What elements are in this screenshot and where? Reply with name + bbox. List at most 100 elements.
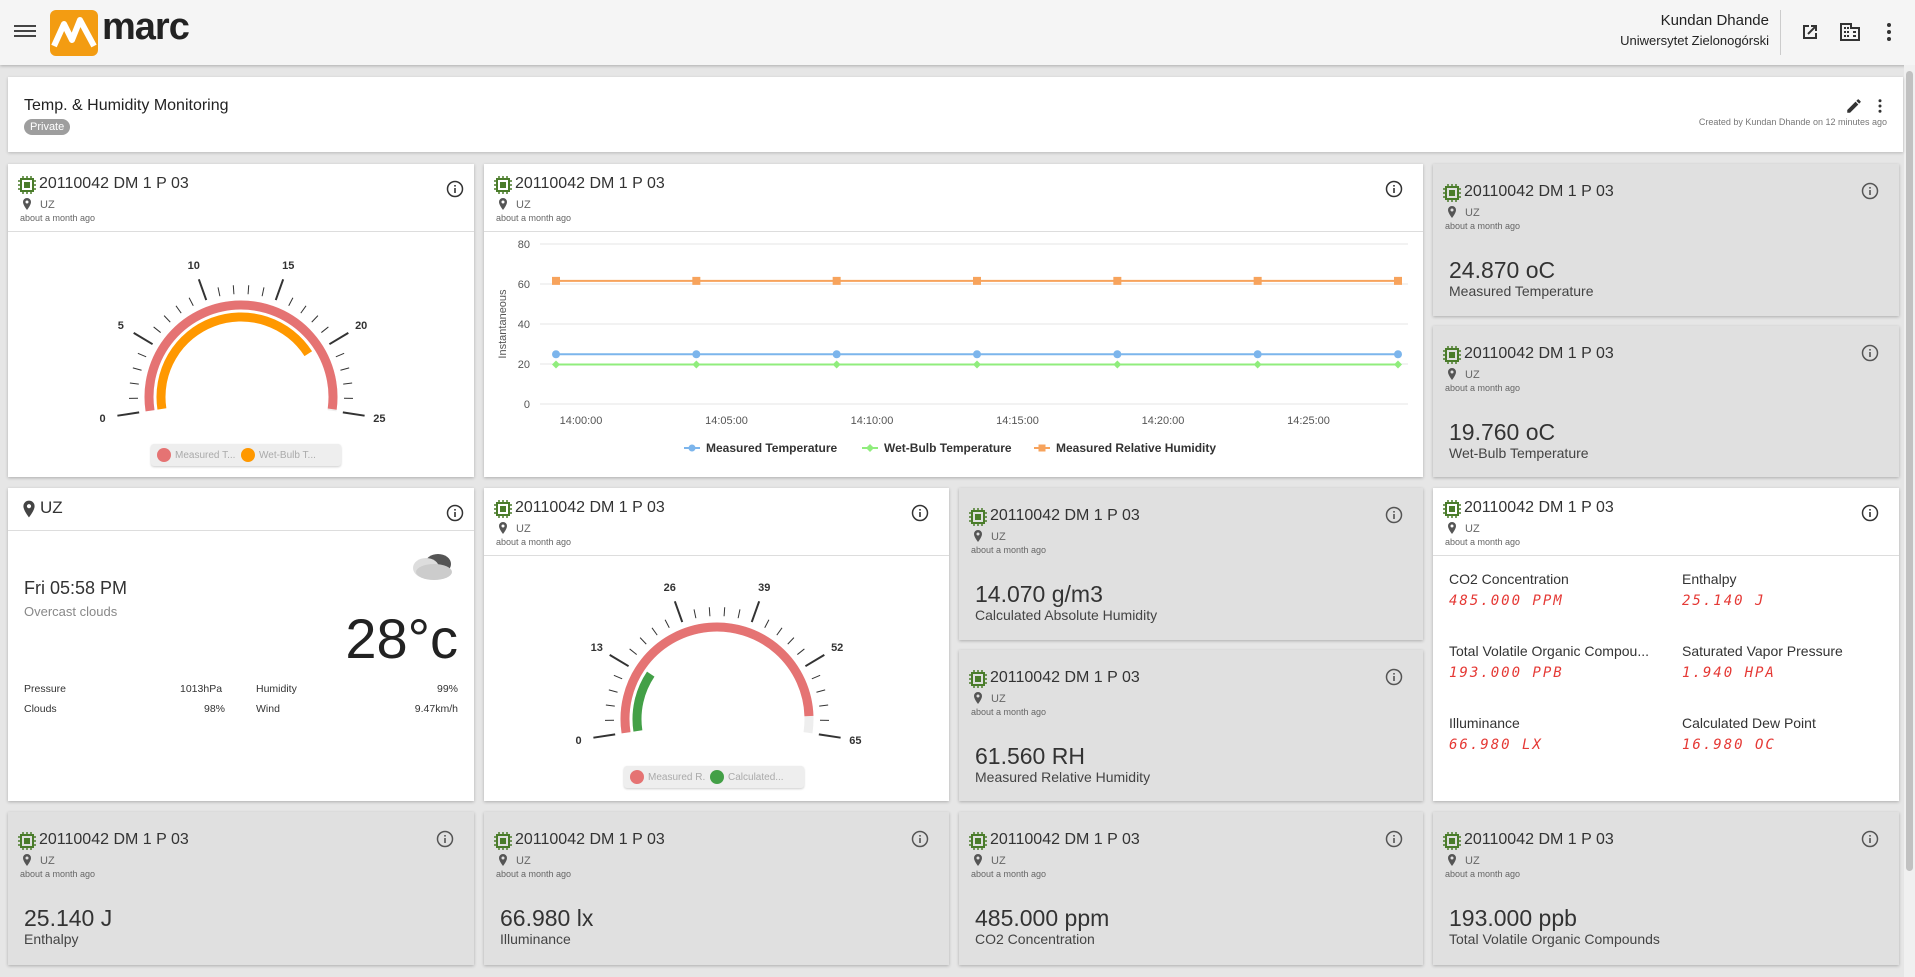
info-icon[interactable] [1385, 668, 1403, 686]
data-point [1113, 350, 1122, 359]
device-location: UZ [1447, 854, 1480, 867]
x-tick-label: 14:20:00 [1142, 415, 1185, 427]
data-point [552, 350, 560, 359]
humidity-gauge: 0 13 26 39 52 65 [576, 582, 862, 747]
location-text: UZ [1465, 855, 1480, 867]
info-icon[interactable] [436, 830, 454, 848]
line-chart-card: 20110042 DM 1 P 03 UZ about a month ago … [484, 164, 1423, 477]
edit-icon[interactable] [1845, 97, 1863, 115]
legend-marker [866, 444, 874, 452]
dashboard-title: Temp. & Humidity Monitoring [24, 97, 229, 114]
gauge-legend[interactable]: Measured T... Wet-Bulb T... [151, 444, 341, 466]
divider [8, 530, 474, 531]
y-tick-label: 40 [518, 319, 530, 331]
marc-logo-icon[interactable] [50, 10, 98, 56]
gauge-tick-label: 52 [831, 642, 843, 654]
legend-dot [630, 770, 644, 784]
gauge-tick [811, 674, 821, 680]
metric-value: 25.140 J [1682, 593, 1766, 609]
kpi-value: 24.870 oC [1449, 257, 1556, 283]
metric-value: 16.980 OC [1682, 737, 1776, 753]
info-icon[interactable] [1861, 344, 1879, 362]
legend-label: Measured R... [648, 771, 706, 783]
info-icon[interactable] [1861, 182, 1879, 200]
gauge-tick [132, 367, 142, 371]
location-pin-icon [1447, 368, 1457, 380]
data-point [1253, 350, 1262, 359]
location-pin-icon [1447, 854, 1457, 866]
gauge-tick [137, 352, 147, 358]
location-pin-icon [22, 500, 36, 518]
user-info: Kundan Dhande Uniwersytet Zielonogórski [1620, 12, 1769, 48]
last-seen: about a month ago [971, 707, 1047, 717]
location-pin-icon [1447, 522, 1457, 534]
data-point [1113, 276, 1122, 285]
data-point [692, 360, 701, 369]
gauge-tick-label: 26 [664, 582, 676, 594]
last-seen: about a month ago [1445, 383, 1521, 393]
card-header: 20110042 DM 1 P 03 UZ about a month ago [969, 830, 1413, 880]
info-icon[interactable] [1861, 504, 1879, 522]
gauge-tick [300, 305, 307, 314]
kpi-card-co2: 20110042 DM 1 P 03 UZ about a month ago … [959, 812, 1423, 965]
legend-dot [241, 448, 255, 462]
weather-time: Fri 05:58 PM [24, 578, 128, 598]
gauge-tick [787, 637, 795, 645]
legend-dot [710, 770, 724, 784]
more-vert-icon[interactable] [1877, 20, 1901, 44]
building-icon[interactable] [1838, 20, 1862, 44]
gauge-tick [639, 637, 647, 645]
data-point [832, 360, 841, 369]
device-location: UZ [498, 854, 531, 867]
last-seen: about a month ago [20, 869, 96, 879]
gauge-track [620, 622, 814, 734]
info-icon[interactable] [1385, 506, 1403, 524]
gauge-tick [197, 278, 208, 301]
info-icon[interactable] [1861, 830, 1879, 848]
gauge-tick [129, 382, 139, 385]
clouds-label: Clouds [24, 703, 57, 715]
gauge-tick [609, 654, 630, 668]
gauge-tick-label: 20 [355, 320, 367, 332]
y-tick-label: 80 [518, 239, 530, 251]
location-pin-icon [498, 854, 508, 866]
info-icon[interactable] [446, 504, 464, 522]
gauge-inner-arc [632, 671, 655, 732]
gauge-tick [723, 607, 726, 617]
kpi-value: 25.140 J [24, 905, 113, 931]
gauge-tick [651, 627, 658, 636]
page-scrollbar[interactable] [1904, 65, 1915, 977]
metric-label: CO2 Concentration [1449, 571, 1569, 587]
gauge-tick [797, 648, 805, 655]
device-name: 20110042 DM 1 P 03 [1464, 499, 1614, 516]
kpi-value: 19.760 oC [1449, 419, 1556, 445]
data-point [1394, 276, 1402, 285]
kpi-label: Illuminance [500, 931, 571, 947]
device-chip-icon [1443, 500, 1461, 518]
gauge-tick [605, 704, 615, 707]
line-chart: 0 20 40 60 80 Instantaneous 14:00:00 14:05:00 14… [497, 239, 1408, 455]
clouds-value: 98% [204, 703, 226, 715]
more-vert-icon[interactable] [1871, 97, 1889, 115]
gauge-tick [818, 733, 841, 739]
device-location: UZ [1447, 522, 1480, 535]
humidity-label: Humidity [256, 683, 297, 695]
info-icon[interactable] [911, 830, 929, 848]
gauge-tick-label: 15 [282, 260, 294, 272]
gauge-tick [232, 285, 235, 295]
info-icon[interactable] [1385, 830, 1403, 848]
gauge-tick [328, 332, 349, 346]
gauge-tick [247, 285, 250, 295]
open-external-icon[interactable] [1798, 20, 1822, 44]
temperature-gauge: 0 5 10 15 20 25 [100, 260, 386, 425]
card-header: 20110042 DM 1 P 03 UZ about a month ago [969, 668, 1413, 718]
gauge-legend[interactable]: Measured R... Calculated... [624, 766, 804, 788]
gauge-tick [274, 278, 285, 301]
data-point [1113, 360, 1122, 369]
hamburger-menu-icon[interactable] [14, 22, 36, 40]
gauge-tick [613, 674, 623, 680]
app-logo-text: marc [102, 6, 190, 48]
location-text: UZ [1465, 369, 1480, 381]
last-seen: about a month ago [1445, 221, 1521, 231]
device-name: 20110042 DM 1 P 03 [515, 831, 665, 848]
